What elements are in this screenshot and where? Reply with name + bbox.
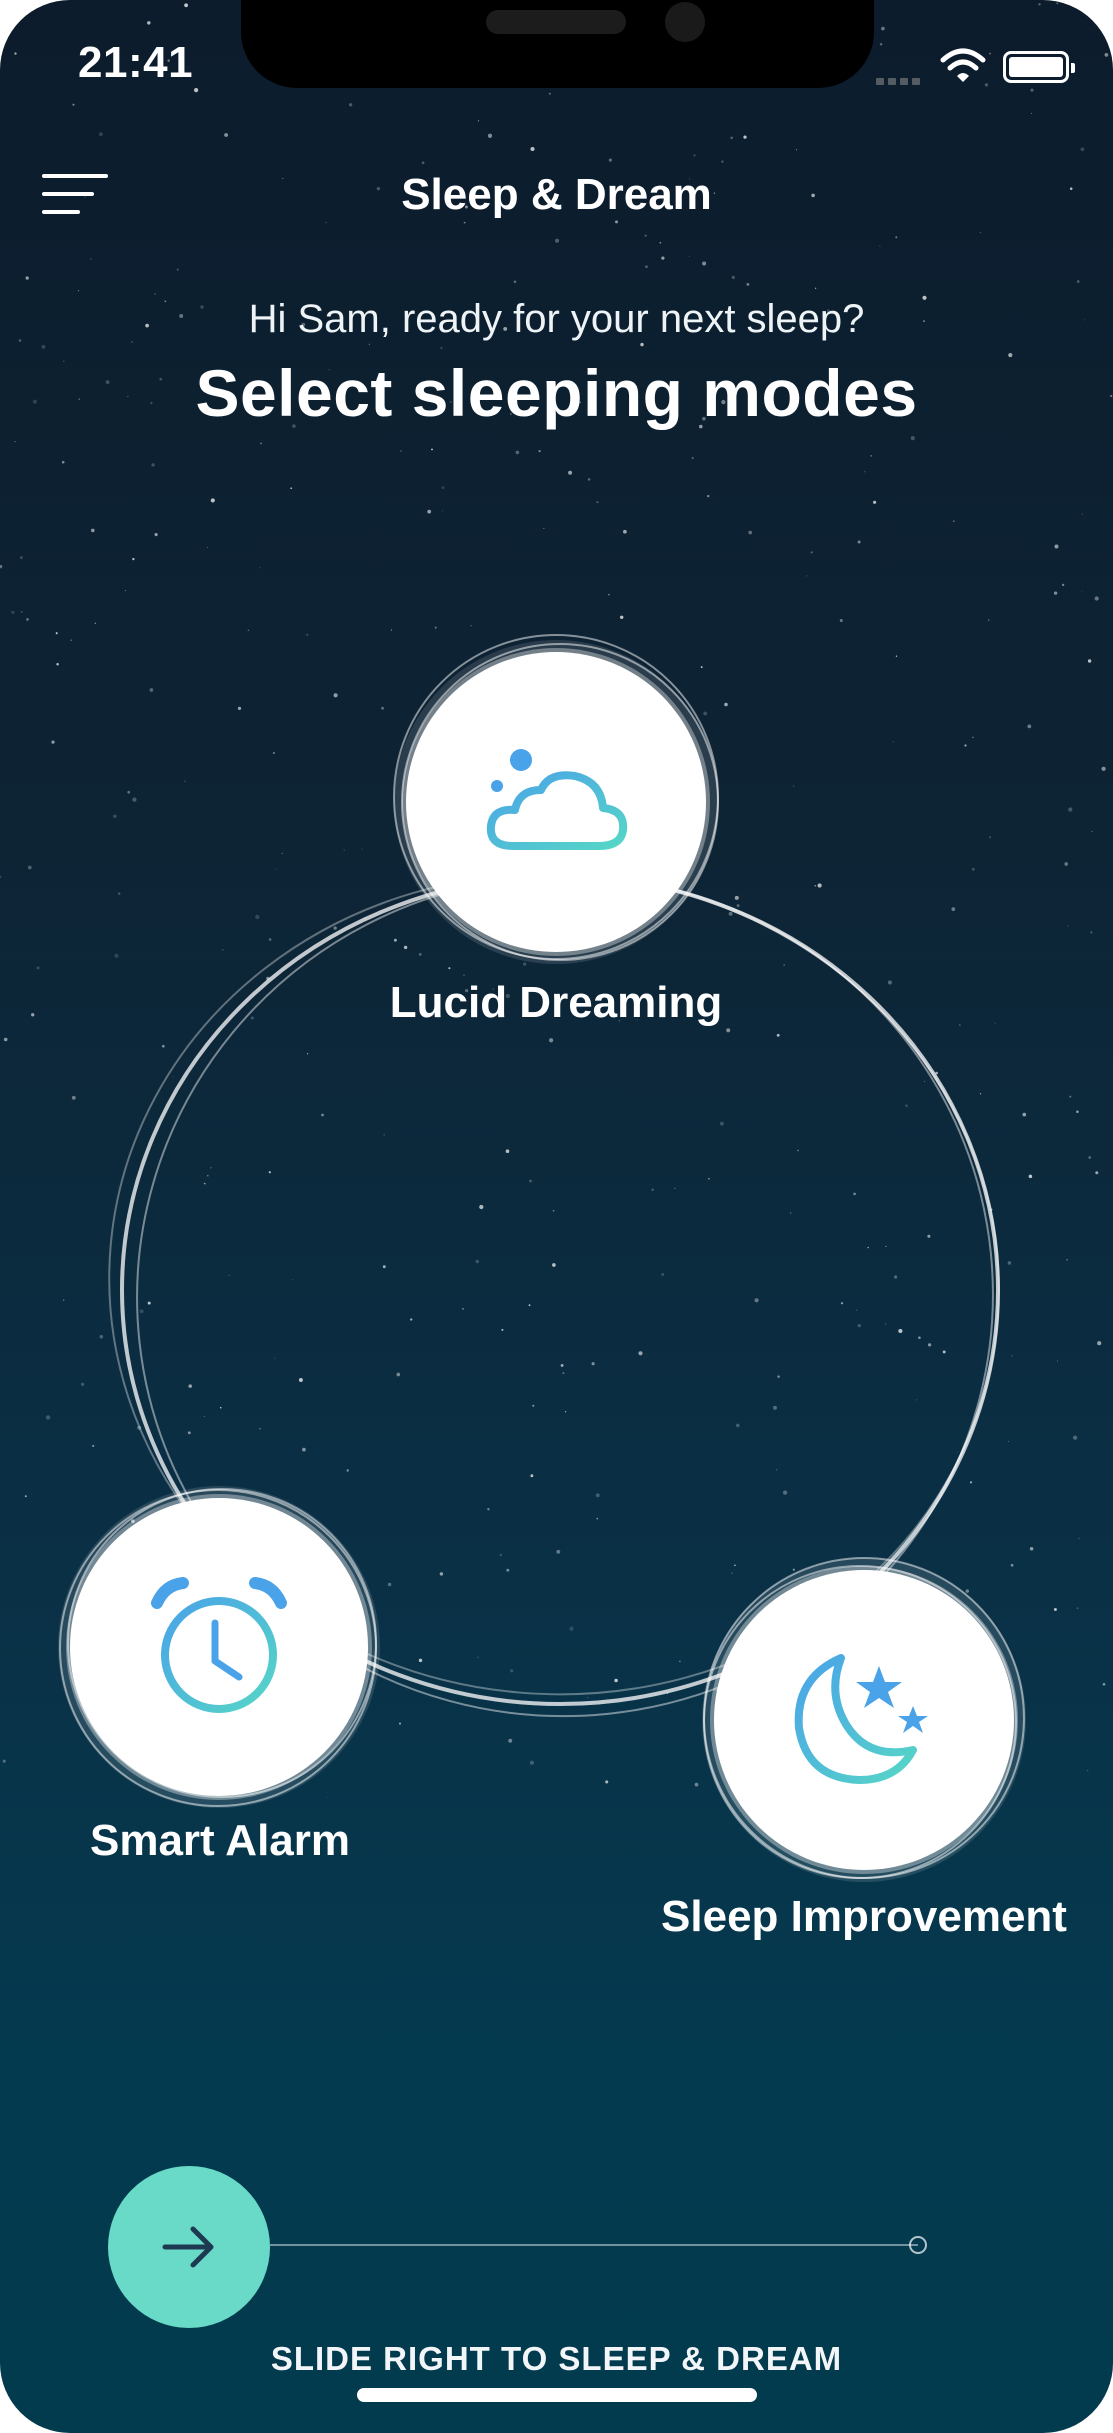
wifi-icon [940,48,986,82]
alarm-clock-icon [151,1577,287,1713]
page-title: Sleep & Dream [401,170,712,219]
slide-track[interactable] [270,2244,918,2246]
smart-alarm-label[interactable]: Smart Alarm [20,1816,420,1866]
notch-speaker [486,10,626,34]
status-time: 21:41 [78,38,194,87]
arrow-right-icon [162,2226,214,2268]
sleep-improvement-label[interactable]: Sleep Improvement [614,1892,1113,1942]
cloud-icon [486,749,628,850]
slide-to-sleep-knob[interactable] [108,2166,270,2328]
phone-screen: 21:41 Sleep & Dream Hi Sam, ready for yo… [0,0,1113,2433]
slide-end-marker [909,2236,927,2254]
sleep-improvement-button[interactable] [714,1570,1014,1870]
lucid-dreaming-label[interactable]: Lucid Dreaming [356,978,756,1028]
lucid-dreaming-button[interactable] [406,652,706,952]
home-indicator[interactable] [357,2388,757,2402]
cellular-signal-icon [876,72,924,90]
battery-icon [1003,51,1075,83]
notch-camera [665,2,705,42]
moon-stars-icon [794,1654,928,1784]
device-notch [241,0,874,88]
greeting-text: Hi Sam, ready for your next sleep? [248,297,865,341]
headline-text: Select sleeping modes [195,356,918,430]
smart-alarm-button[interactable] [70,1498,368,1796]
slide-caption: SLIDE RIGHT TO SLEEP & DREAM [270,2340,843,2377]
